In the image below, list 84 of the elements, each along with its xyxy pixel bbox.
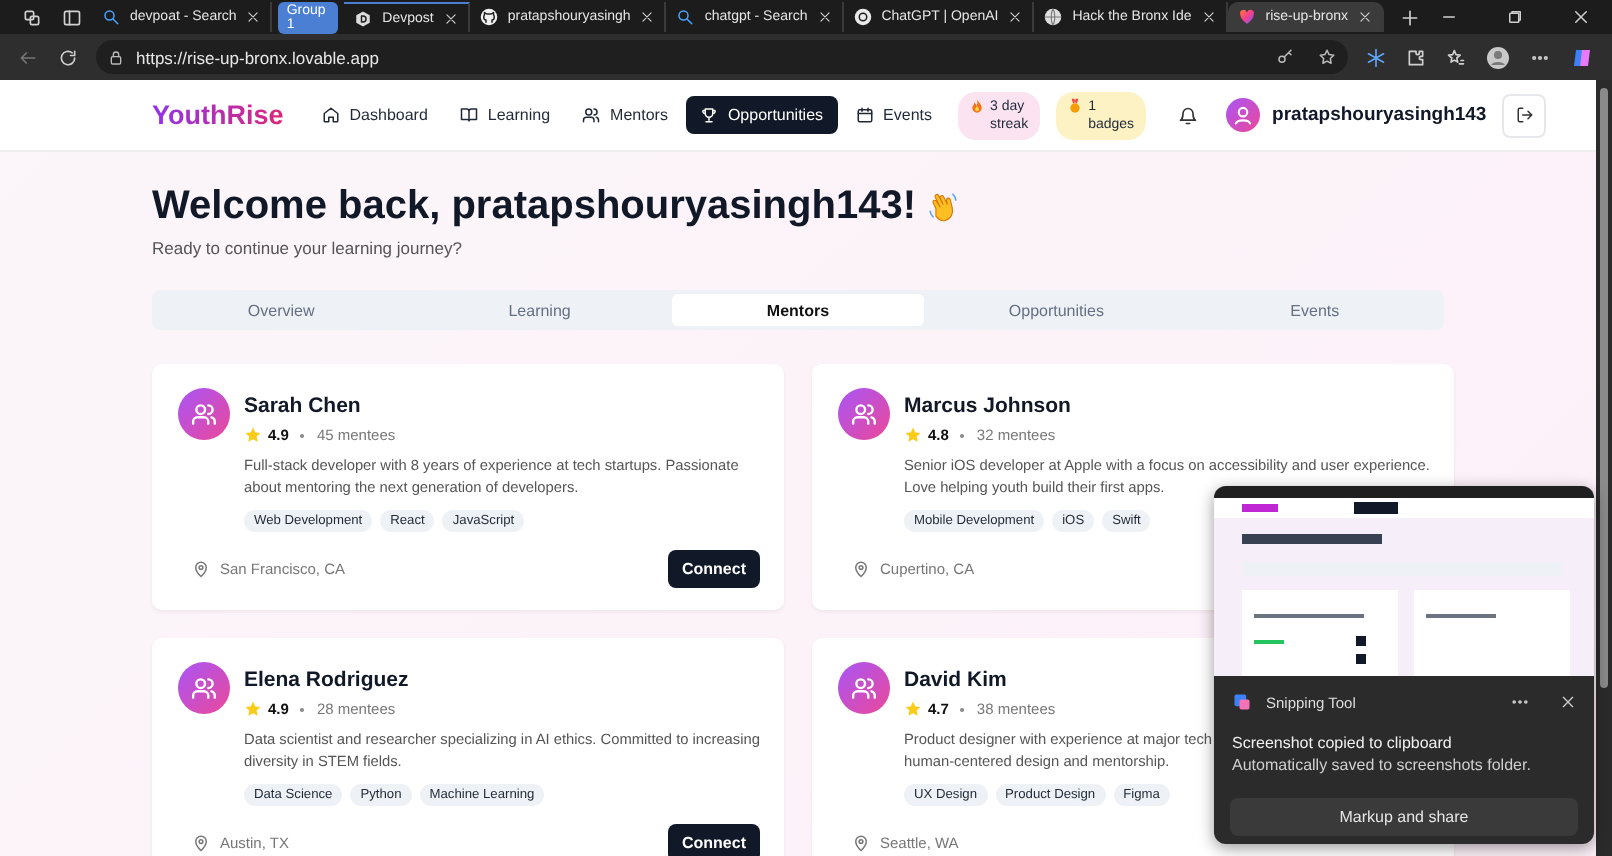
close-icon[interactable] <box>246 10 261 24</box>
logout-icon <box>1515 106 1534 124</box>
workspaces-icon[interactable] <box>22 7 42 27</box>
notification-message: Automatically saved to screenshots folder. <box>1230 754 1533 774</box>
connect-button[interactable]: Connect <box>667 549 760 587</box>
globe-icon <box>1044 8 1063 26</box>
url-text: https://rise-up-bronx.lovable.app <box>136 47 379 67</box>
close-icon[interactable] <box>1201 10 1216 24</box>
separator-dot <box>960 707 965 711</box>
favorite-star-icon[interactable] <box>1318 48 1336 66</box>
tab[interactable]: Events <box>1189 294 1440 326</box>
copilot-icon[interactable] <box>1570 45 1594 69</box>
close-icon[interactable] <box>1008 10 1023 24</box>
close-icon[interactable] <box>640 10 655 24</box>
puzzle-icon[interactable] <box>1406 47 1426 67</box>
waving-hand-icon <box>925 190 960 224</box>
nav-link[interactable]: Mentors <box>568 96 682 134</box>
tab[interactable]: Overview <box>156 294 407 326</box>
address-bar[interactable]: https://rise-up-bronx.lovable.app <box>96 40 1348 74</box>
username: pratapshouryasingh143 <box>1272 104 1487 126</box>
calendar-icon <box>855 106 874 124</box>
separator-dot <box>300 433 305 437</box>
star-icon <box>244 700 262 718</box>
separator-dot <box>300 707 305 711</box>
location-pin-icon <box>851 833 870 851</box>
scrollbar[interactable] <box>1596 80 1612 856</box>
profile-avatar-icon[interactable] <box>1486 45 1510 69</box>
location-pin-icon <box>851 559 870 577</box>
nav-link[interactable]: Events <box>841 96 947 134</box>
star-icon <box>903 700 922 718</box>
star-icon <box>244 426 262 444</box>
tab[interactable]: Learning <box>414 294 665 326</box>
home-icon <box>321 106 340 124</box>
nav-link[interactable]: Dashboard <box>307 96 442 134</box>
users-icon <box>178 388 230 440</box>
location-pin-icon <box>192 833 210 851</box>
star-icon <box>903 426 922 444</box>
nav-link[interactable]: Learning <box>445 96 565 134</box>
tab[interactable]: Opportunities <box>931 294 1182 326</box>
mentor-name: Sarah Chen <box>244 394 363 418</box>
markup-and-share-button[interactable]: Markup and share <box>1230 798 1578 836</box>
mentor-name: David Kim <box>903 668 1009 692</box>
nav-link[interactable]: Opportunities <box>685 96 838 134</box>
welcome-heading: Welcome back, pratapshouryasingh143! <box>152 184 916 230</box>
users-icon <box>837 388 890 440</box>
scrollbar-thumb[interactable] <box>1600 88 1608 688</box>
search-icon <box>102 8 120 26</box>
notification-title: Screenshot copied to clipboard <box>1230 732 1454 752</box>
heart-icon <box>1237 8 1256 26</box>
close-icon[interactable] <box>817 10 832 24</box>
logo[interactable]: YouthRise <box>152 100 284 130</box>
users-icon <box>178 662 230 714</box>
connect-button[interactable]: Connect <box>667 823 760 856</box>
trophy-icon <box>699 106 718 124</box>
mentor-name: Elena Rodriguez <box>244 668 411 692</box>
subtitle: Ready to continue your learning journey? <box>152 238 464 258</box>
restore-icon[interactable] <box>1506 8 1524 26</box>
close-icon[interactable] <box>1358 10 1372 24</box>
avatar-icon[interactable] <box>1226 98 1261 132</box>
mentor-name: Marcus Johnson <box>903 394 1073 418</box>
search-icon <box>676 8 695 26</box>
refresh-icon[interactable] <box>58 47 78 67</box>
new-tab-icon[interactable] <box>1400 7 1420 27</box>
close-icon[interactable] <box>1560 694 1576 710</box>
tab[interactable]: Mentors <box>672 294 924 326</box>
users-icon <box>837 662 890 714</box>
hexagon-icon <box>354 9 373 27</box>
tab-actions-icon[interactable] <box>62 7 82 27</box>
star-list-icon[interactable] <box>1446 47 1466 67</box>
back-icon[interactable] <box>18 47 38 67</box>
flame-icon <box>970 97 985 113</box>
logout-button[interactable] <box>1502 93 1547 137</box>
close-icon[interactable] <box>443 11 458 25</box>
key-icon[interactable] <box>1276 48 1294 66</box>
users-icon <box>582 106 601 124</box>
close-icon[interactable] <box>1572 8 1590 26</box>
bell-icon[interactable] <box>1178 105 1199 125</box>
lock-icon <box>108 49 124 65</box>
medal-icon <box>1068 97 1083 113</box>
location-pin-icon <box>192 559 210 577</box>
book-icon <box>459 106 478 124</box>
cat-icon <box>479 8 498 26</box>
separator-dot <box>960 433 965 437</box>
snowflake-icon[interactable] <box>1366 47 1386 67</box>
